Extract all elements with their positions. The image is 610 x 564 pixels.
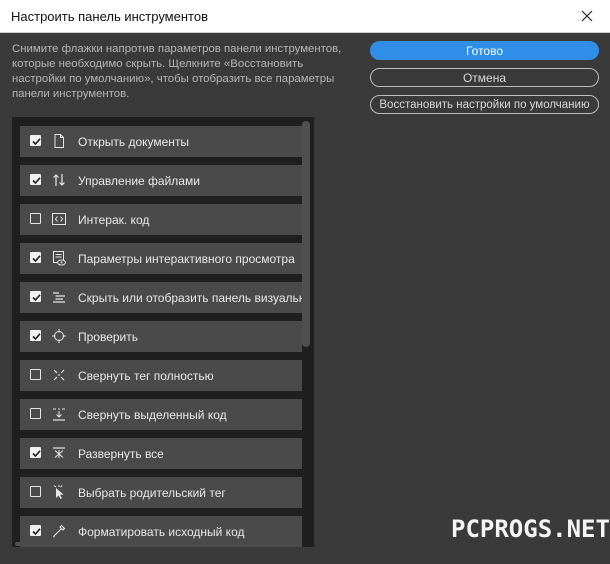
watermark-text: PCPROGS.NET [451, 515, 610, 543]
instructions-line: которые необходимо скрыть. Щелкните «Вос… [12, 58, 304, 70]
toolbar-option-row[interactable]: Свернуть выделенный код [20, 399, 302, 430]
toolbar-option-row[interactable]: Интерак. код [20, 204, 302, 235]
done-button[interactable]: Готово [370, 41, 599, 60]
option-label: Открыть документы [78, 135, 190, 149]
format-source-icon [51, 523, 67, 539]
toolbar-option-row[interactable]: Развернуть все [20, 438, 302, 469]
checkmark-icon [32, 255, 41, 263]
title-bar: Настроить панель инструментов [0, 0, 610, 33]
toolbar-option-row[interactable]: Форматировать исходный код [20, 516, 302, 547]
option-label: Управление файлами [78, 174, 200, 188]
visual-aids-icon [51, 289, 67, 305]
option-label: Параметры интерактивного просмотра [78, 252, 295, 266]
vertical-scrollbar[interactable] [302, 121, 310, 347]
option-label: Интерак. код [78, 213, 150, 227]
toolbar-option-row[interactable]: Свернуть тег полностью [20, 360, 302, 391]
dialog-title: Настроить панель инструментов [11, 9, 208, 24]
option-checkbox[interactable] [30, 525, 41, 536]
checkmark-icon [32, 138, 41, 146]
inspect-icon [51, 328, 67, 344]
code-icon [51, 211, 67, 227]
option-checkbox[interactable] [30, 330, 41, 341]
option-label: Выбрать родительский тег [78, 486, 226, 500]
option-label: Проверить [78, 330, 139, 344]
cancel-button[interactable]: Отмена [370, 68, 599, 87]
checkmark-icon [32, 177, 41, 185]
select-parent-tag-icon [51, 484, 67, 500]
instructions-line: Снимите флажки напротив параметров панел… [12, 43, 342, 55]
close-icon [581, 10, 593, 22]
checkmark-icon [32, 450, 41, 458]
collapse-selection-icon [51, 406, 67, 422]
checkmark-icon [32, 294, 41, 302]
toolbar-option-row[interactable]: Выбрать родительский тег [20, 477, 302, 508]
toolbar-option-row[interactable]: Скрыть или отобразить панель визуальных [20, 282, 302, 313]
option-checkbox[interactable] [30, 291, 41, 302]
option-label: Скрыть или отобразить панель визуальных [78, 291, 302, 305]
restore-defaults-button[interactable]: Восстановить настройки по умолчанию [370, 95, 599, 114]
document-icon [51, 133, 67, 149]
option-checkbox[interactable] [30, 252, 41, 263]
option-checkbox[interactable] [30, 369, 41, 380]
instructions-line: настройки по умолчанию», чтобы отобразит… [12, 73, 335, 85]
option-checkbox[interactable] [30, 486, 41, 497]
expand-all-icon [51, 445, 67, 461]
option-label: Свернуть выделенный код [78, 408, 227, 422]
toolbar-option-row[interactable]: Параметры интерактивного просмотра [20, 243, 302, 274]
instructions-line: панели инструментов. [12, 88, 130, 100]
option-label: Свернуть тег полностью [78, 369, 214, 383]
option-checkbox[interactable] [30, 135, 41, 146]
toolbar-option-row[interactable]: Открыть документы [20, 126, 302, 157]
option-label: Развернуть все [78, 447, 164, 461]
checkmark-icon [32, 528, 41, 536]
option-checkbox[interactable] [30, 213, 41, 224]
checkmark-icon [32, 333, 41, 341]
collapse-tag-icon [51, 367, 67, 383]
option-label: Форматировать исходный код [78, 525, 245, 539]
toolbar-option-row[interactable]: Управление файлами [20, 165, 302, 196]
close-button[interactable] [570, 3, 604, 29]
option-checkbox[interactable] [30, 408, 41, 419]
toolbar-options-list: Открыть документы Управление файлами Интер… [12, 117, 314, 547]
instructions-text: Снимите флажки напротив параметров панел… [12, 42, 364, 102]
file-transfer-icon [51, 172, 67, 188]
option-checkbox[interactable] [30, 174, 41, 185]
live-view-options-icon [51, 250, 67, 266]
toolbar-option-row[interactable]: Проверить [20, 321, 302, 352]
option-checkbox[interactable] [30, 447, 41, 458]
